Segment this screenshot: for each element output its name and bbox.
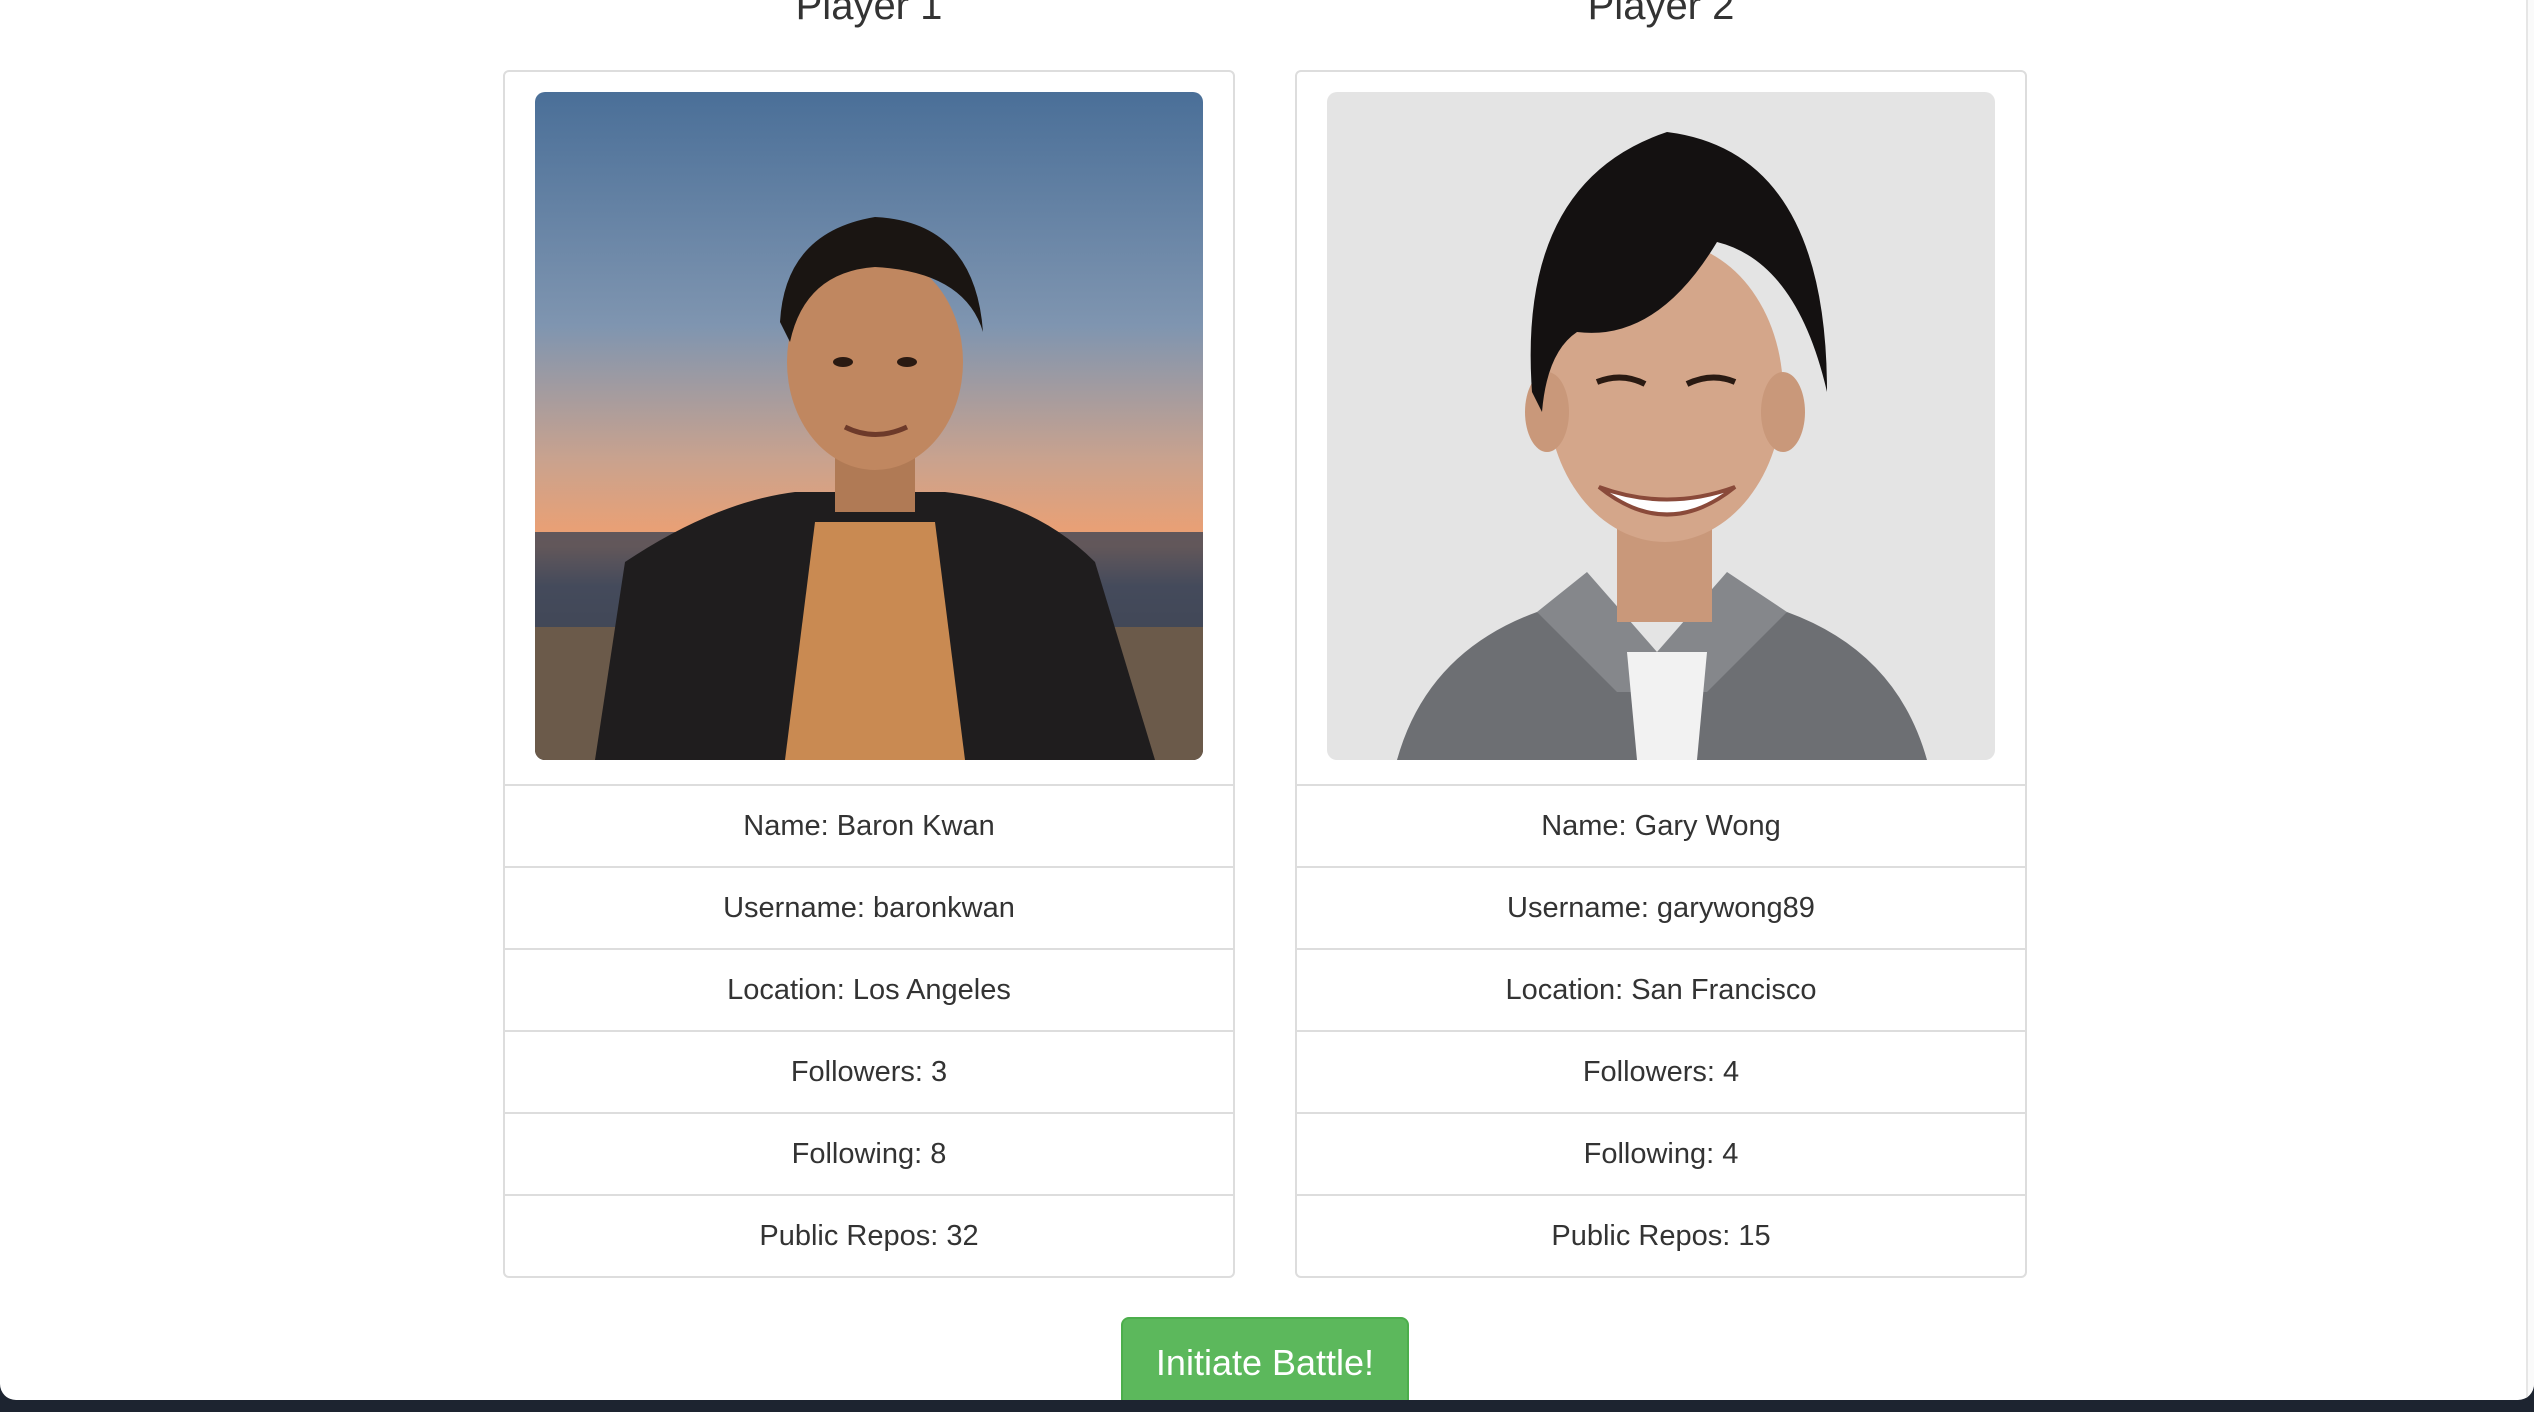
scrollbar[interactable] xyxy=(2526,0,2534,1400)
player-1-public-repos: Public Repos: 32 xyxy=(759,1220,979,1252)
player-1-avatar-container xyxy=(505,72,1233,786)
initiate-battle-button[interactable]: Initiate Battle! xyxy=(1121,1317,1409,1400)
player-1-following: Following: 8 xyxy=(505,1114,1233,1196)
player-1-avatar xyxy=(535,92,1203,760)
player-1-photo xyxy=(535,92,1203,760)
player-1-username: Username: baronkwan xyxy=(505,868,1233,950)
player-2-heading: Player 2 xyxy=(1587,0,1735,28)
page: Player 1 Name: Baron Kwan Username: baro… xyxy=(0,0,2534,1400)
player-2-name: Name: Gary Wong xyxy=(1297,786,2025,868)
player-2-following: Following: 4 xyxy=(1297,1114,2025,1196)
player-1-card: Name: Baron Kwan Username: baronkwan Loc… xyxy=(503,70,1235,1278)
player-2-followers: Followers: 4 xyxy=(1297,1032,2025,1114)
player-1-name: Name: Baron Kwan xyxy=(505,786,1233,868)
player-2-username: Username: garywong89 xyxy=(1297,868,2025,950)
player-1-heading: Player 1 xyxy=(795,0,943,28)
player-2-photo xyxy=(1327,92,1995,760)
player-2-card: Name: Gary Wong Username: garywong89 Loc… xyxy=(1295,70,2027,1278)
player-2-avatar-container xyxy=(1297,72,2025,786)
player-1-followers: Followers: 3 xyxy=(505,1032,1233,1114)
player-2-location: Location: San Francisco xyxy=(1297,950,2025,1032)
player-2-public-repos: Public Repos: 15 xyxy=(1551,1220,1771,1252)
player-2-avatar xyxy=(1327,92,1995,760)
player-1-location: Location: Los Angeles xyxy=(505,950,1233,1032)
